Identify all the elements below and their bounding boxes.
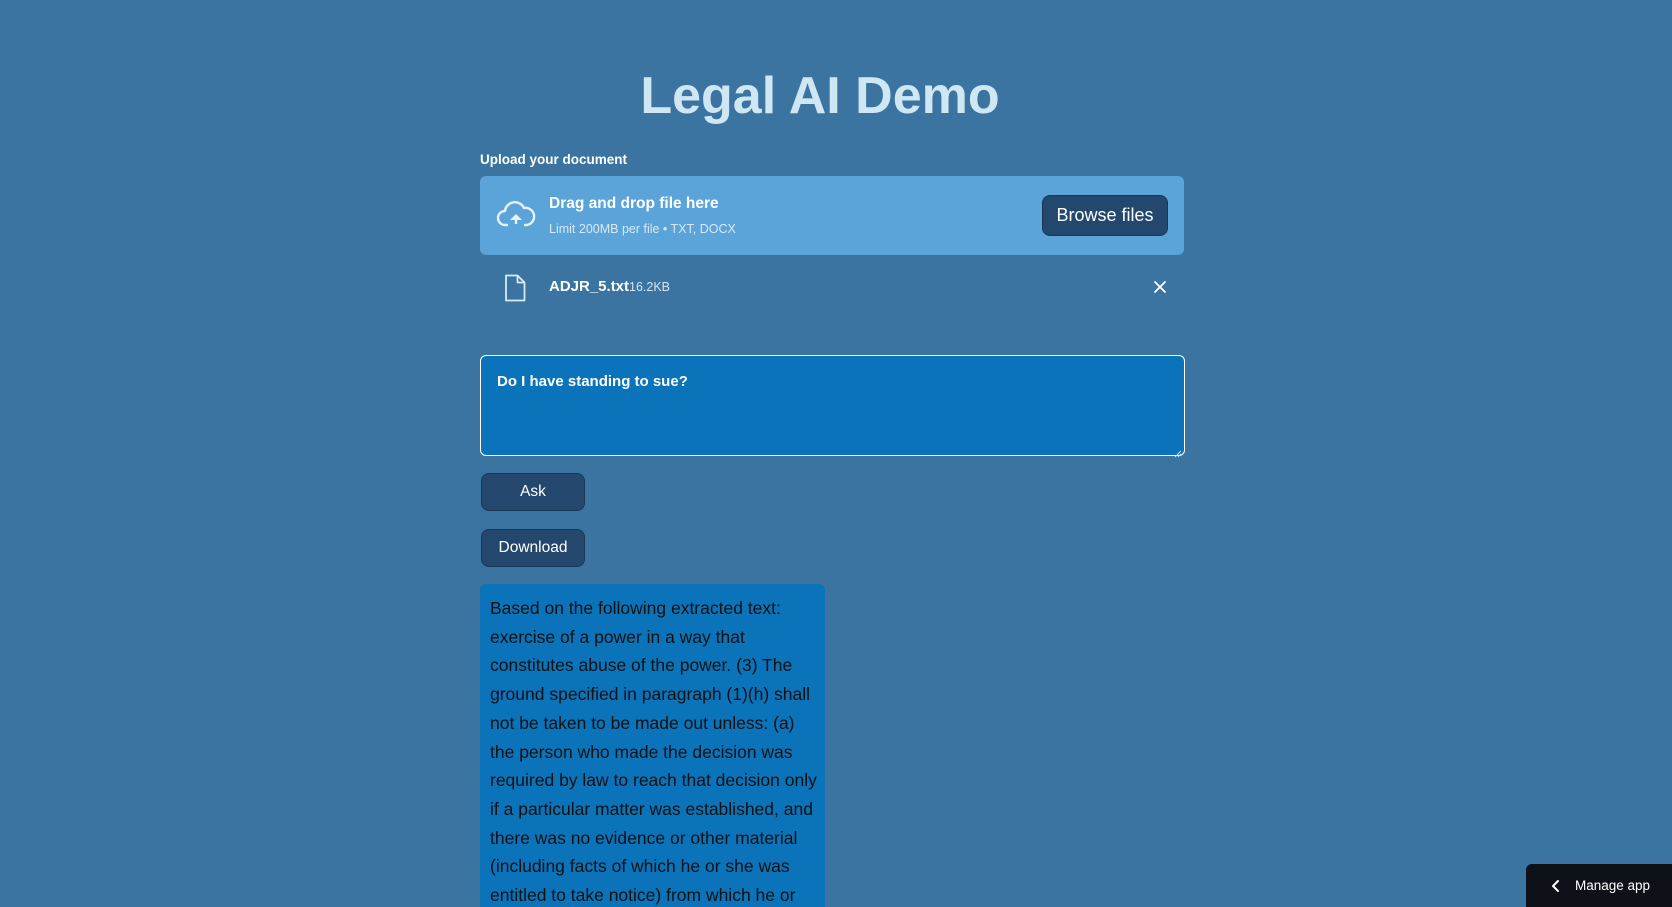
uploaded-file-row: ADJR_5.txt 16.2KB — [480, 270, 1184, 306]
question-textarea[interactable]: Do I have standing to sue? — [480, 355, 1185, 458]
file-size: 16.2KB — [629, 280, 671, 294]
file-name: ADJR_5.txt — [549, 278, 630, 295]
ask-button[interactable]: Ask — [481, 473, 585, 511]
upload-label: Upload your document — [480, 152, 628, 167]
download-button[interactable]: Download — [481, 529, 585, 567]
question-value: Do I have standing to sue? — [497, 373, 688, 390]
answer-panel: Based on the following extracted text: e… — [480, 584, 825, 907]
page-title: Legal AI Demo — [640, 67, 1000, 125]
browse-files-button[interactable]: Browse files — [1042, 195, 1168, 236]
dropzone-limit: Limit 200MB per file • TXT, DOCX — [549, 222, 736, 236]
file-dropzone[interactable]: Drag and drop file here Limit 200MB per … — [480, 176, 1184, 255]
close-icon[interactable] — [1151, 278, 1169, 296]
answer-text: Based on the following extracted text: e… — [490, 598, 817, 906]
cloud-upload-icon — [496, 198, 536, 232]
manage-app-button[interactable]: Manage app — [1526, 864, 1672, 907]
dropzone-instruction: Drag and drop file here — [549, 195, 719, 212]
app-page: Legal AI Demo Upload your document Drag … — [0, 0, 1672, 907]
manage-app-label: Manage app — [1575, 878, 1651, 893]
file-icon — [504, 274, 526, 302]
resize-grip-icon[interactable] — [1174, 445, 1182, 458]
chevron-left-icon — [1549, 879, 1563, 893]
